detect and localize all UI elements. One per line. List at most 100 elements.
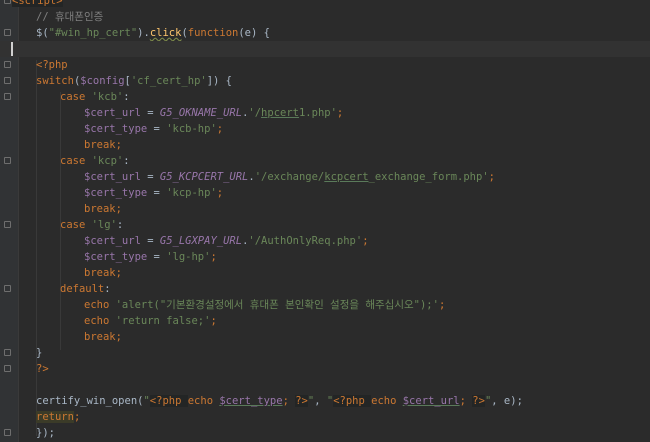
fold-toggle-icon[interactable] (4, 429, 11, 436)
code-text: $("#win_hp_cert").click(function(e) { (36, 25, 270, 41)
code-token: _exchange_form.php' (368, 171, 489, 183)
fold-toggle-icon[interactable] (4, 365, 11, 372)
code-text: break; (84, 265, 122, 281)
code-token: return (36, 411, 74, 423)
fold-toggle-icon[interactable] (4, 61, 11, 68)
code-token: case (60, 155, 92, 167)
code-token: ?> (295, 395, 308, 407)
code-token: , (314, 395, 327, 407)
code-token: ; (115, 331, 122, 343)
fold-toggle-icon[interactable] (4, 93, 11, 100)
code-token: ; (336, 107, 344, 119)
code-token: ). (137, 27, 150, 39)
code-text: case 'lg': (60, 217, 123, 233)
code-line[interactable]: break; (0, 201, 650, 217)
code-text: <?php (36, 57, 68, 73)
code-line[interactable]: echo 'return false;'; (0, 313, 650, 329)
code-line[interactable]: $cert_url = G5_OKNAME_URL.'/hpcert1.php'… (0, 105, 650, 121)
code-token: = (147, 187, 167, 199)
code-line[interactable]: $cert_type = 'kcp-hp'; (0, 185, 650, 201)
code-line[interactable]: case 'kcp': (0, 153, 650, 169)
code-line[interactable]: case 'kcb': (0, 89, 650, 105)
code-line[interactable]: break; (0, 329, 650, 345)
code-line[interactable]: } (0, 345, 650, 361)
code-token: ; (210, 315, 217, 327)
code-token: 'lg-hp' (166, 251, 211, 263)
code-text: $cert_url = G5_LGXPAY_URL.'/AuthOnlyReq.… (84, 233, 369, 249)
code-line[interactable]: ?> (0, 361, 650, 377)
code-token: = (147, 123, 167, 135)
code-line[interactable]: $cert_type = 'kcb-hp'; (0, 121, 650, 137)
code-line[interactable]: break; (0, 137, 650, 153)
code-token: <?php (149, 395, 188, 407)
code-line[interactable]: echo 'alert("기본환경설정에서 휴대폰 본인확인 설정을 해주십시오… (0, 297, 650, 313)
code-token: = (140, 235, 160, 247)
fold-toggle-icon[interactable] (4, 29, 11, 36)
fold-toggle-icon[interactable] (4, 0, 11, 4)
code-text: return; (36, 409, 80, 425)
code-text: $cert_url = G5_KCPCERT_URL.'/exchange/kc… (84, 169, 495, 185)
code-text: break; (84, 329, 122, 345)
code-line[interactable]: }); (0, 425, 650, 441)
code-line[interactable]: <?php (0, 57, 650, 73)
code-token: ?> (472, 395, 485, 407)
code-token: : (116, 219, 124, 231)
code-text: }); (36, 425, 55, 441)
code-token: echo (371, 395, 403, 407)
code-line[interactable]: break; (0, 265, 650, 281)
code-line[interactable]: // 휴대폰인증 (0, 9, 650, 25)
code-token: 'alert("기본환경설정에서 휴대폰 본인확인 설정을 해주십시오");' (115, 299, 439, 311)
code-token: ; (488, 171, 495, 183)
code-token: $cert_url (84, 235, 141, 247)
code-area[interactable]: <script>// 휴대폰인증 $("#win_hp_cert").click(… (0, 0, 650, 442)
code-editor[interactable]: <script>// 휴대폰인증 $("#win_hp_cert").click(… (0, 0, 650, 442)
code-text: certify_win_open("<?php echo $cert_type;… (36, 393, 523, 409)
code-token: $cert_url (402, 395, 460, 407)
code-token: ; (210, 251, 217, 263)
code-token: 'lg' (91, 219, 117, 231)
code-line[interactable]: default: (0, 281, 650, 297)
code-token: '/ (248, 107, 262, 119)
code-text: case 'kcp': (60, 153, 130, 169)
code-token: }); (36, 427, 55, 439)
code-token: ; (73, 411, 81, 423)
code-line[interactable]: $cert_type = 'lg-hp'; (0, 249, 650, 265)
fold-toggle-icon[interactable] (4, 349, 11, 356)
code-line[interactable]: $("#win_hp_cert").click(function(e) { (0, 25, 650, 41)
code-token: G5_LGXPAY_URL (159, 235, 243, 247)
code-token: ; (459, 395, 473, 407)
code-line[interactable]: case 'lg': (0, 217, 650, 233)
code-line[interactable]: certify_win_open("<?php echo $cert_type;… (0, 393, 650, 409)
fold-toggle-icon[interactable] (4, 157, 11, 164)
code-line[interactable] (0, 377, 650, 393)
code-token: : (104, 283, 111, 295)
code-token: 'return false;' (115, 315, 211, 327)
code-text: break; (84, 201, 122, 217)
fold-toggle-icon[interactable] (4, 285, 11, 292)
code-text: } (36, 345, 42, 361)
fold-toggle-icon[interactable] (4, 77, 11, 84)
code-line[interactable]: return; (0, 409, 650, 425)
code-token: 'kcb-hp' (166, 123, 217, 135)
code-text: $cert_type = 'kcb-hp'; (84, 121, 223, 137)
code-text: $cert_type = 'kcp-hp'; (84, 185, 223, 201)
code-token: , e); (491, 395, 523, 407)
code-token: $cert_url (84, 107, 141, 119)
code-line[interactable]: switch($config['cf_cert_hp']) { (0, 73, 650, 89)
code-line[interactable] (0, 41, 650, 57)
code-token: echo (84, 315, 116, 327)
code-token: ]) { (206, 75, 233, 87)
code-token: "#win_hp_cert" (48, 27, 138, 39)
code-text: ?> (36, 361, 49, 377)
code-token: break (84, 267, 116, 279)
code-line[interactable]: <script> (0, 0, 650, 9)
text-cursor (11, 42, 13, 56)
code-token: ; (362, 235, 369, 247)
code-text: case 'kcb': (60, 89, 130, 105)
code-line[interactable]: $cert_url = G5_KCPCERT_URL.'/exchange/kc… (0, 169, 650, 185)
code-line[interactable]: $cert_url = G5_LGXPAY_URL.'/AuthOnlyReq.… (0, 233, 650, 249)
fold-toggle-icon[interactable] (4, 221, 11, 228)
code-token: kcpcert (324, 171, 369, 183)
code-token: switch (36, 75, 74, 87)
code-token: ; (115, 203, 122, 215)
